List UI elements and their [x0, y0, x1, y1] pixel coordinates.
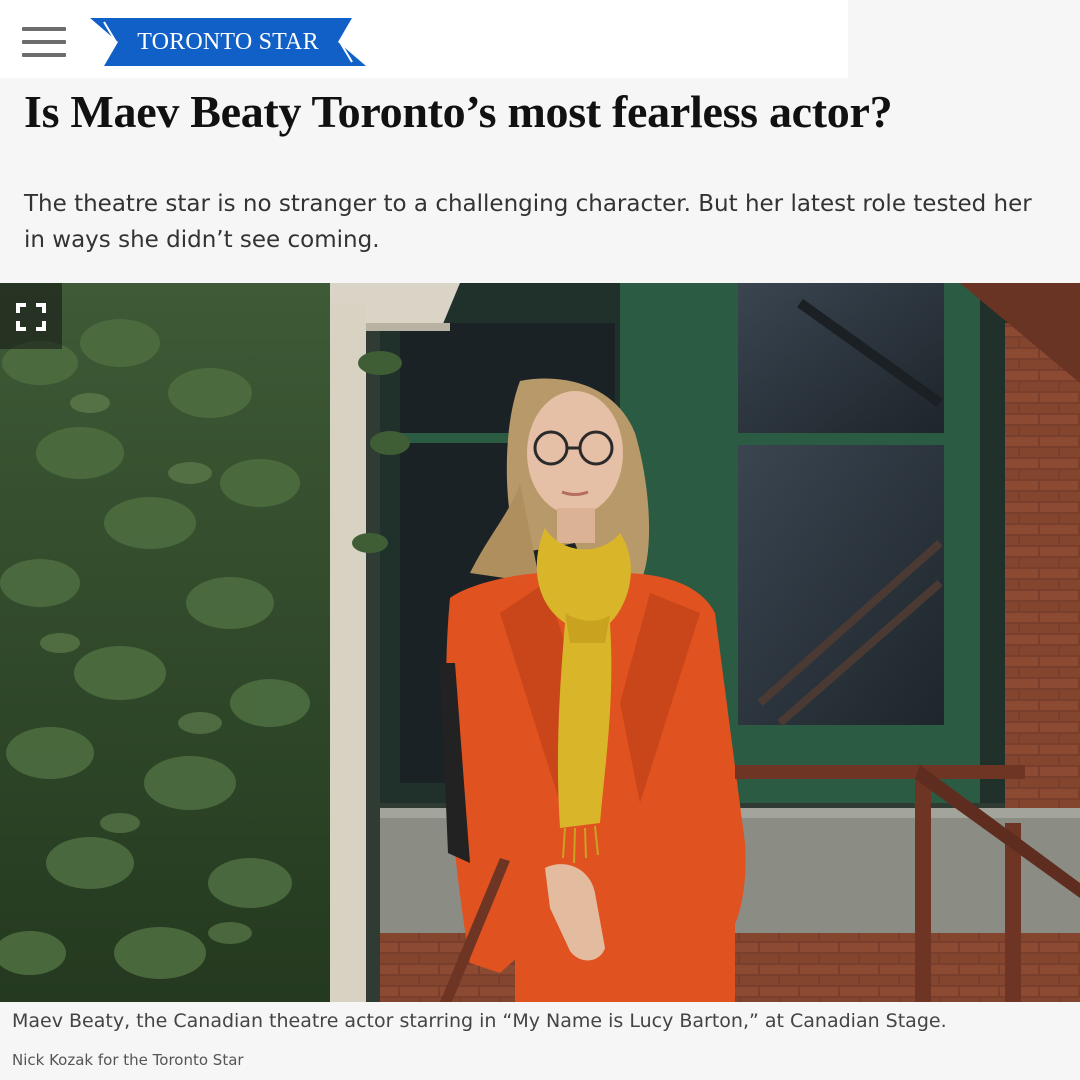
- toronto-star-logo[interactable]: TORONTO STAR: [90, 18, 366, 66]
- hamburger-menu-icon[interactable]: [22, 27, 66, 59]
- article-headline: Is Maev Beaty Toronto’s most fearless ac…: [24, 86, 893, 137]
- article-dek: The theatre star is no stranger to a cha…: [24, 191, 1032, 253]
- photo-caption: Maev Beaty, the Canadian theatre actor s…: [12, 1010, 947, 1032]
- site-header: TORONTO STAR: [0, 0, 848, 78]
- photo-illustration: [0, 283, 1080, 1002]
- article-page: TORONTO STAR Is Maev Beaty Toronto’s mos…: [0, 0, 1080, 1080]
- article-photo[interactable]: [0, 283, 1080, 1002]
- logo-text: TORONTO STAR: [137, 29, 319, 55]
- fullscreen-expand-icon[interactable]: [0, 283, 62, 349]
- photo-credit: Nick Kozak for the Toronto Star: [12, 1051, 244, 1069]
